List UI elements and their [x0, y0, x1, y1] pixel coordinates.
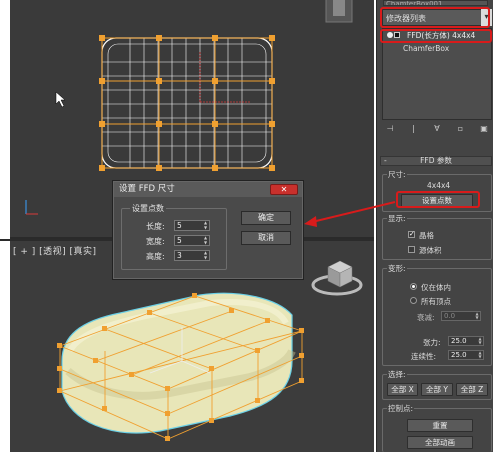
control-points-group-title: 控制点:	[387, 403, 415, 414]
height-value: 3	[177, 251, 182, 260]
display-group: 显示: ✓ 晶格 源体积	[382, 213, 492, 260]
command-panel: ChamferBox001 修改器列表 ▾ FFD(长方体) 4x4x4 Cha…	[376, 0, 493, 452]
set-points-group: 设置点数 长度: 5 ▲ ▼ 宽度: 5 ▲ ▼ 高度: 3 ▲ ▼	[121, 203, 227, 270]
lattice-checkbox[interactable]: ✓	[408, 231, 415, 238]
spinner-arrows-icon[interactable]: ▲ ▼	[202, 235, 209, 245]
size-value: 4x4x4	[427, 181, 451, 190]
set-points-group-title: 设置点数	[130, 203, 166, 214]
cancel-button[interactable]: 取消	[241, 231, 291, 245]
tension-label: 张力:	[423, 338, 441, 347]
falloff-label: 衰减:	[417, 313, 435, 322]
height-spinner[interactable]: 3 ▲ ▼	[174, 250, 210, 261]
continuity-spinner[interactable]: 25.0 ▲ ▼	[448, 350, 484, 360]
3dsmax-screen: [ + ] [透视] [真实] ChamferBox001 修改器列表 ▾ FF…	[0, 0, 493, 452]
only-in-volume-radio[interactable]	[410, 283, 417, 290]
select-all-x-button[interactable]: 全部 X	[387, 383, 418, 396]
spinner-arrows-icon[interactable]: ▲ ▼	[474, 312, 480, 320]
animate-all-button[interactable]: 全部动画	[407, 436, 473, 449]
select-all-z-button[interactable]: 全部 Z	[456, 383, 488, 396]
height-label: 高度:	[146, 252, 165, 261]
stack-item-chamferbox-label: ChamferBox	[403, 44, 450, 53]
width-value: 5	[177, 236, 182, 245]
tension-value: 25.0	[451, 337, 467, 345]
select-all-y-button[interactable]: 全部 Y	[421, 383, 453, 396]
all-vertices-label: 所有顶点	[421, 297, 451, 306]
object-name-field[interactable]: ChamferBox001	[383, 0, 488, 6]
falloff-spinner[interactable]: 0.0 ▲ ▼	[441, 311, 481, 321]
width-spinner[interactable]: 5 ▲ ▼	[174, 235, 210, 246]
deform-group-title: 变形:	[387, 263, 407, 274]
length-label: 长度:	[146, 222, 165, 231]
ok-button[interactable]: 确定	[241, 211, 291, 225]
ffd-params-rollout-title[interactable]: - FFD 参数	[380, 156, 492, 166]
only-in-volume-label: 仅在体内	[421, 283, 451, 292]
stack-toolbar: ⊣ ❘ ∀ ▫ ▣	[382, 123, 492, 135]
show-end-result-icon[interactable]: ❘	[409, 124, 419, 134]
lattice-label: 晶格	[419, 231, 434, 240]
highlight-ffd-item	[380, 29, 492, 43]
pin-stack-icon[interactable]: ⊣	[385, 124, 395, 134]
continuity-label: 连续性:	[411, 352, 437, 361]
length-spinner[interactable]: 5 ▲ ▼	[174, 220, 210, 231]
length-value: 5	[177, 221, 182, 230]
width-label: 宽度:	[146, 237, 165, 246]
deform-group: 变形: 仅在体内 所有顶点 衰减: 0.0 ▲ ▼ 张力: 25.0 ▲ ▼ 连续性…	[382, 263, 492, 366]
remove-modifier-icon[interactable]: ▫	[456, 124, 466, 134]
select-group-title: 选择:	[387, 369, 407, 380]
spinner-arrows-icon[interactable]: ▲ ▼	[202, 250, 209, 260]
falloff-value: 0.0	[444, 312, 456, 320]
tension-spinner[interactable]: 25.0 ▲ ▼	[448, 336, 484, 346]
reset-button[interactable]: 重置	[407, 419, 473, 432]
collapse-icon: -	[384, 156, 387, 165]
continuity-value: 25.0	[451, 351, 467, 359]
spinner-arrows-icon[interactable]: ▲ ▼	[477, 351, 483, 359]
dialog-title: 设置 FFD 尺寸	[119, 184, 175, 194]
spinner-arrows-icon[interactable]: ▲ ▼	[202, 220, 209, 230]
highlight-set-points	[396, 191, 480, 208]
close-icon[interactable]: ✕	[270, 184, 298, 195]
source-volume-checkbox[interactable]	[408, 246, 415, 253]
highlight-modifier-list	[380, 7, 490, 28]
stack-item-chamferbox[interactable]: ChamferBox	[383, 42, 491, 55]
dialog-titlebar[interactable]: 设置 FFD 尺寸 ✕	[114, 182, 302, 197]
display-group-title: 显示:	[387, 213, 407, 224]
ffd-params-title: FFD 参数	[420, 156, 452, 165]
make-unique-icon[interactable]: ∀	[432, 124, 442, 134]
control-points-group: 控制点: 重置 全部动画	[382, 403, 492, 452]
set-ffd-dimensions-dialog: 设置 FFD 尺寸 ✕ 设置点数 长度: 5 ▲ ▼ 宽度: 5 ▲ ▼ 高度: 3…	[112, 180, 304, 280]
all-vertices-radio[interactable]	[410, 297, 417, 304]
size-group-title: 尺寸:	[387, 169, 407, 180]
configure-sets-icon[interactable]: ▣	[479, 124, 489, 134]
source-volume-label: 源体积	[419, 246, 442, 255]
spinner-arrows-icon[interactable]: ▲ ▼	[477, 337, 483, 345]
select-group: 选择: 全部 X 全部 Y 全部 Z	[382, 369, 492, 400]
